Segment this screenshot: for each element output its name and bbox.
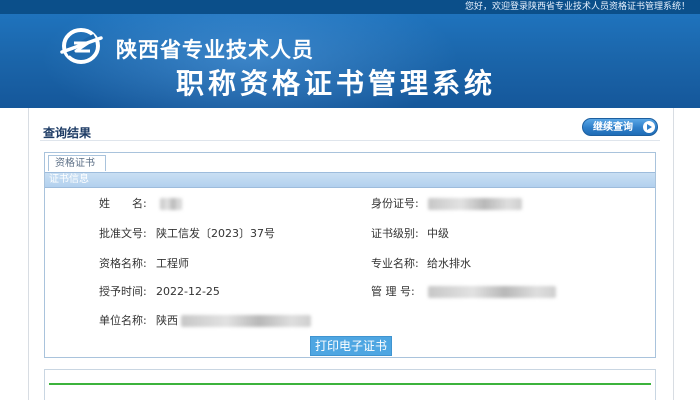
section-title: 证书信息 bbox=[49, 174, 89, 185]
tab-certificate[interactable]: 资格证书 bbox=[48, 155, 106, 171]
site-title-line2: 职称资格证书管理系统 bbox=[176, 67, 497, 100]
employer-name-label: 单位名称: bbox=[99, 314, 147, 327]
grant-date-value: 2022-12-25 bbox=[156, 285, 220, 298]
section-header: 证书信息 bbox=[45, 172, 655, 188]
approval-number-value: 陕工信发〔2023〕37号 bbox=[156, 227, 275, 240]
name-value-redacted bbox=[160, 198, 182, 210]
welcome-text: 您好，欢迎登录陕西省专业技术人员资格证书管理系统！ bbox=[464, 2, 690, 12]
top-welcome-bar: 您好，欢迎登录陕西省专业技术人员资格证书管理系统！ bbox=[0, 0, 700, 14]
qualification-name-label: 资格名称: bbox=[99, 257, 147, 270]
certificate-level-value: 中级 bbox=[427, 227, 449, 240]
management-number-label: 管 理 号: bbox=[371, 285, 415, 298]
employer-name-value-redacted bbox=[181, 315, 311, 327]
page-title: 查询结果 bbox=[43, 126, 92, 140]
system-logo-icon bbox=[60, 28, 103, 64]
print-certificate-button[interactable]: 打印电子证书 bbox=[310, 336, 392, 356]
id-number-value-redacted bbox=[428, 198, 522, 210]
tab-certificate-label: 资格证书 bbox=[55, 158, 95, 169]
id-number-label: 身份证号: bbox=[371, 197, 419, 210]
continue-query-label: 继续查询 bbox=[593, 122, 633, 133]
arrow-right-icon bbox=[643, 121, 655, 133]
certificate-level-label: 证书级别: bbox=[371, 227, 419, 240]
management-number-value-redacted bbox=[428, 286, 556, 298]
specialty-name-label: 专业名称: bbox=[371, 257, 419, 270]
secondary-panel bbox=[44, 369, 656, 400]
name-label: 姓 名: bbox=[99, 197, 147, 210]
green-divider bbox=[49, 383, 651, 385]
continue-query-button[interactable]: 继续查询 bbox=[582, 118, 658, 136]
site-title-line1: 陕西省专业技术人员 bbox=[116, 38, 314, 62]
qualification-name-value: 工程师 bbox=[156, 257, 189, 270]
header-banner: 陕西省专业技术人员 职称资格证书管理系统 bbox=[0, 14, 700, 108]
grant-date-label: 授予时间: bbox=[99, 285, 147, 298]
approval-number-label: 批准文号: bbox=[99, 227, 147, 240]
employer-name-value: 陕西 bbox=[156, 314, 178, 327]
print-certificate-label: 打印电子证书 bbox=[314, 339, 387, 353]
specialty-name-value: 给水排水 bbox=[427, 257, 471, 270]
title-divider bbox=[40, 140, 660, 141]
